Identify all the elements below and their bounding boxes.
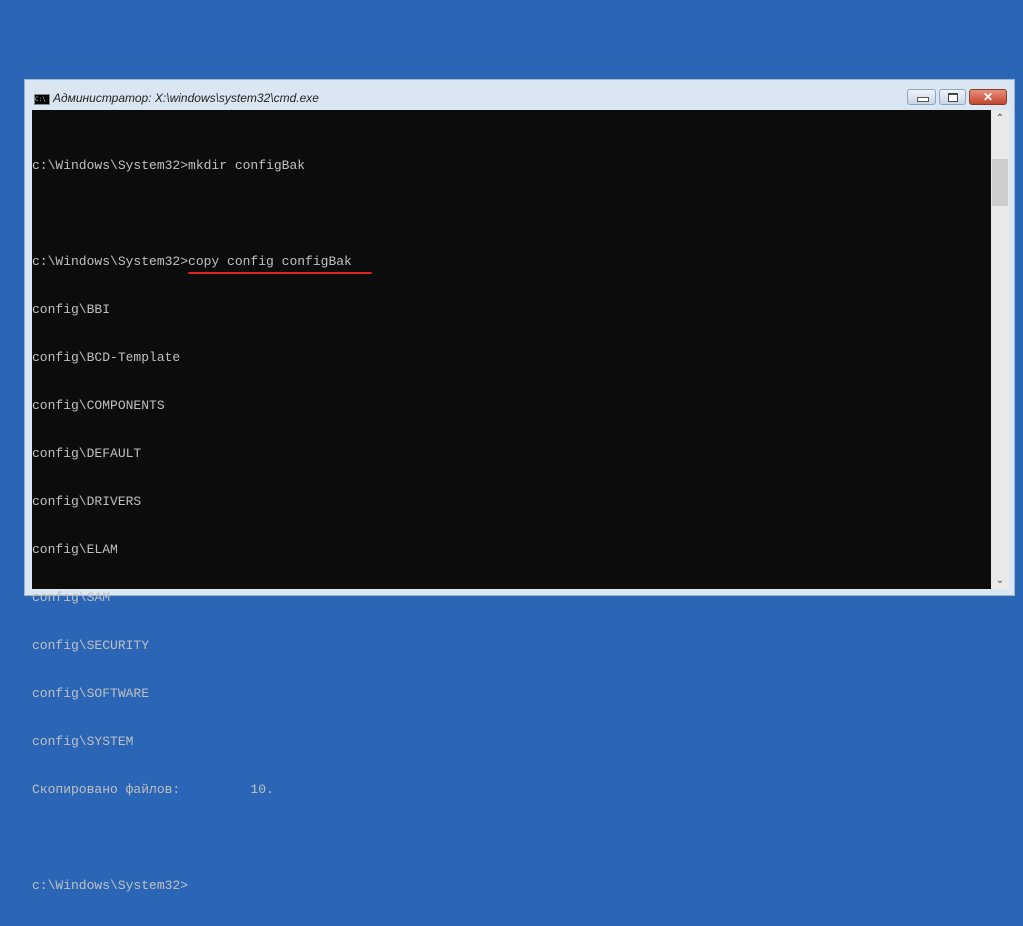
minimize-button[interactable] xyxy=(907,89,936,105)
close-button[interactable]: ✕ xyxy=(969,89,1007,105)
console-line: config\SOFTWARE xyxy=(32,686,150,701)
console-line: config\SAM xyxy=(32,590,111,605)
scroll-up-icon[interactable]: ⌃ xyxy=(991,110,1009,127)
console-line: config\COMPONENTS xyxy=(32,398,165,413)
console-line: config\BCD-Template xyxy=(32,350,181,365)
console-line: config\BBI xyxy=(32,302,111,317)
vertical-scrollbar[interactable]: ⌃ ⌄ xyxy=(991,110,1009,589)
cmd-app-icon[interactable]: C:\ xyxy=(34,94,50,105)
red-underline-annotation xyxy=(188,272,372,274)
console-line: config\ELAM xyxy=(32,542,118,557)
maximize-button[interactable] xyxy=(939,89,966,105)
console-line-text: c:\Windows\System32>copy config configBa… xyxy=(32,254,352,269)
scroll-down-icon[interactable]: ⌄ xyxy=(991,572,1009,589)
title-bar[interactable]: C:\ Администратор: X:\windows\system32\c… xyxy=(25,80,1014,110)
console-line: config\DEFAULT xyxy=(32,446,142,461)
scrollbar-thumb[interactable] xyxy=(992,159,1008,206)
console-line: c:\Windows\System32>mkdir configBak xyxy=(32,158,306,173)
console-output[interactable]: c:\Windows\System32>mkdir configBak c:\W… xyxy=(32,110,991,893)
cmd-window: C:\ Администратор: X:\windows\system32\c… xyxy=(24,79,1015,893)
console-line-highlighted: c:\Windows\System32>copy config configBa… xyxy=(32,254,991,274)
console-line: config\DRIVERS xyxy=(32,494,142,509)
console-line: config\SECURITY xyxy=(32,638,150,653)
console-prompt: c:\Windows\System32> xyxy=(32,878,189,893)
console-line: Скопировано файлов: 10. xyxy=(32,782,274,797)
window-title: Администратор: X:\windows\system32\cmd.e… xyxy=(53,91,319,105)
console-line: config\SYSTEM xyxy=(32,734,134,749)
